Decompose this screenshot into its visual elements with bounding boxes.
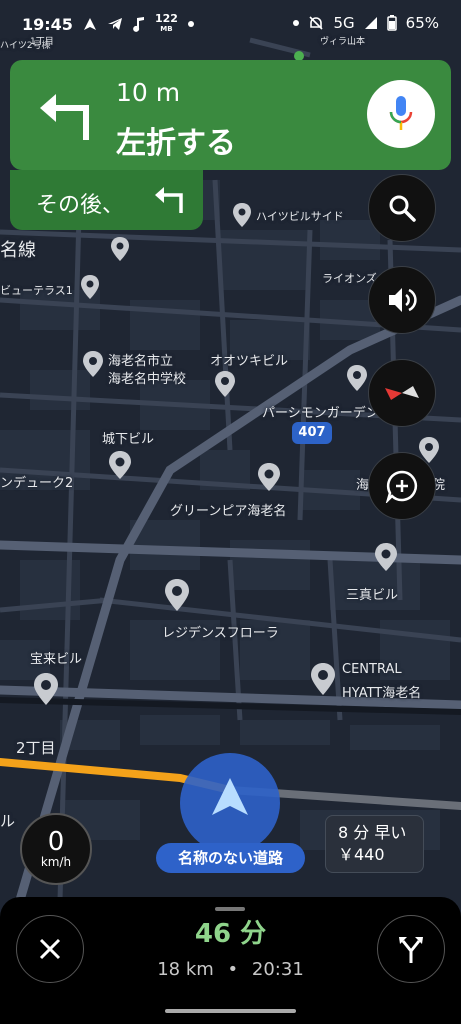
telegram-icon	[107, 18, 122, 30]
search-icon	[389, 195, 416, 222]
status-bar: 19:45 122 MB 5G 65%	[0, 0, 461, 46]
map-label: 海老名市立	[108, 354, 174, 369]
dnd-off-icon	[309, 16, 324, 30]
place-pin-icon[interactable]	[33, 672, 59, 706]
home-indicator[interactable]	[165, 1009, 296, 1013]
network-type: 5G	[333, 14, 355, 32]
map-label: ビューテラス1	[0, 284, 73, 297]
map-label: 海老名中学校	[108, 372, 187, 387]
map-label: レジデンスフローラ	[162, 626, 279, 641]
turn-distance: 10 m	[116, 78, 181, 107]
navigation-arrow-icon	[83, 18, 96, 30]
sound-icon	[389, 288, 417, 312]
mic-icon	[389, 96, 413, 130]
map-label: 2丁目	[16, 739, 56, 757]
turn-instruction: 左折する	[116, 126, 236, 161]
then-card: その後、	[10, 170, 203, 230]
then-label: その後、	[36, 193, 125, 218]
map-label: 名線	[0, 240, 36, 261]
map-label: CENTRAL	[342, 662, 402, 677]
place-pin-icon[interactable]	[164, 578, 190, 612]
map-label: オオツキビル	[210, 354, 289, 369]
data-rate-unit: MB	[160, 25, 173, 33]
alt-route-time-saved: 8 分 早い	[338, 823, 407, 842]
map-label: 三真ビル	[346, 588, 399, 603]
speedometer: 0 km/h	[20, 813, 92, 885]
status-time: 19:45	[22, 14, 73, 34]
turn-instruction-card[interactable]: 10 m 左折する	[10, 60, 451, 170]
trip-bottom-sheet[interactable]: 46 分 18 km • 20:31	[0, 897, 461, 1024]
battery-percent: 65%	[405, 14, 439, 32]
turn-left-icon	[40, 94, 89, 140]
alternate-route-callout[interactable]: 8 分 早い ￥440	[325, 815, 424, 873]
place-pin-icon[interactable]	[110, 236, 130, 262]
compass-icon	[385, 386, 419, 400]
add-report-icon	[385, 470, 418, 503]
place-pin-icon[interactable]	[80, 274, 100, 300]
place-pin-icon[interactable]	[310, 662, 336, 696]
add-report-button[interactable]	[368, 452, 436, 520]
map-label: ハイツビルサイド	[256, 210, 344, 223]
sound-button[interactable]	[368, 266, 436, 334]
map-label: ライオンズ	[322, 272, 377, 285]
turn-left-icon	[155, 187, 183, 213]
search-button[interactable]	[368, 174, 436, 242]
speed-unit: km/h	[40, 855, 72, 869]
dot-icon	[293, 20, 300, 26]
map-label: パーシモンガーデン	[262, 406, 379, 421]
signal-icon	[364, 17, 377, 29]
alt-route-toll: ￥440	[338, 845, 385, 864]
alternate-routes-icon	[399, 937, 423, 963]
drag-handle[interactable]	[215, 907, 245, 911]
speed-value: 0	[47, 827, 65, 857]
place-pin-icon[interactable]	[346, 364, 368, 392]
alternate-routes-button[interactable]	[377, 915, 445, 983]
route-number-badge: 407	[292, 422, 332, 444]
music-note-icon	[133, 17, 144, 32]
separator: •	[227, 959, 239, 980]
place-pin-icon[interactable]	[82, 350, 104, 378]
place-pin-icon[interactable]	[232, 202, 252, 228]
compass-button[interactable]	[368, 359, 436, 427]
data-rate: 122 MB	[154, 12, 178, 34]
map-label: 宝来ビル	[30, 652, 83, 667]
map-label: 城下ビル	[102, 432, 155, 447]
place-pin-icon[interactable]	[374, 542, 398, 572]
trip-distance: 18 km	[157, 959, 214, 980]
battery-icon	[386, 15, 397, 31]
map-label: ル	[0, 812, 16, 830]
map-label: ンデューク2	[0, 476, 74, 491]
voice-search-button[interactable]	[367, 80, 435, 148]
place-pin-icon[interactable]	[257, 462, 281, 492]
map-label: グリーンピア海老名	[170, 504, 287, 519]
arrival-time: 20:31	[251, 959, 304, 980]
map-label: HYATT海老名	[342, 686, 422, 701]
dot-icon	[187, 21, 194, 27]
place-pin-icon[interactable]	[108, 450, 132, 480]
data-rate-value: 122	[154, 12, 178, 25]
place-pin-icon[interactable]	[214, 370, 236, 398]
current-road-label: 名称のない道路	[156, 843, 305, 873]
